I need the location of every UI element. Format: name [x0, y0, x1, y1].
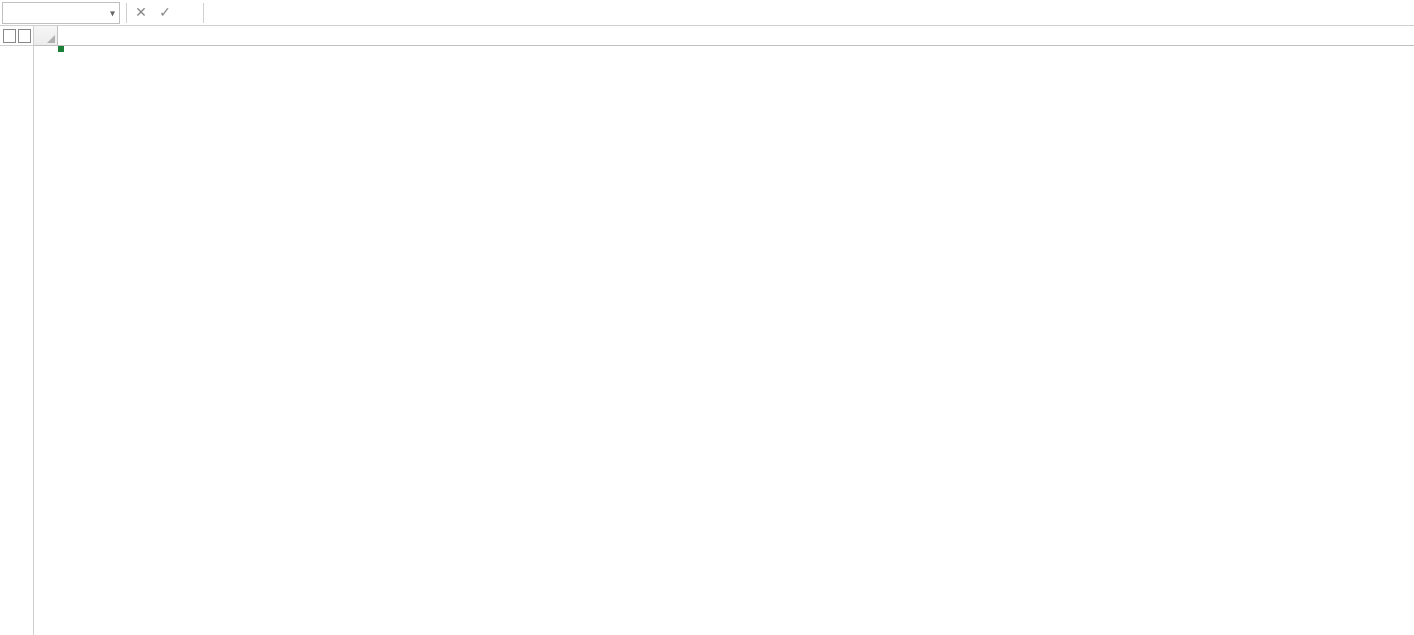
chevron-down-icon[interactable]: ▾ [110, 6, 115, 19]
outline-levels [0, 26, 33, 46]
outline-level-2[interactable] [18, 29, 31, 43]
row-numbers [34, 26, 58, 635]
formula-input[interactable] [210, 2, 1414, 24]
outline-gutter [0, 26, 34, 635]
formula-bar-icons: ✕ ✓ [133, 4, 197, 21]
divider [126, 3, 127, 23]
confirm-icon[interactable]: ✓ [157, 4, 173, 21]
name-box[interactable]: ▾ [2, 2, 120, 24]
grid[interactable] [58, 26, 1414, 635]
select-all-corner[interactable] [34, 26, 58, 46]
divider [203, 3, 204, 23]
fill-handle[interactable] [58, 46, 64, 52]
cancel-icon[interactable]: ✕ [133, 4, 149, 21]
column-headers [58, 26, 1414, 46]
sheet [0, 26, 1414, 635]
formula-bar: ▾ ✕ ✓ [0, 0, 1414, 26]
outline-level-1[interactable] [3, 29, 16, 43]
outline-body [0, 46, 33, 635]
